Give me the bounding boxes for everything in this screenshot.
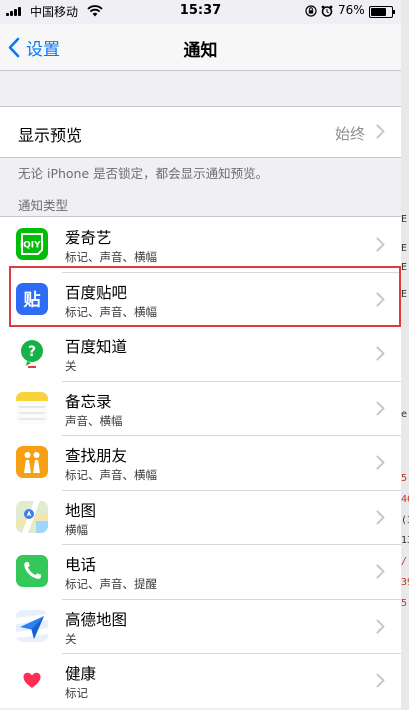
maps-icon [16,500,48,533]
battery-icon [369,6,395,18]
app-notification-summary: 标记、声音、横幅 [65,250,157,264]
edge-fragment: 39 [401,577,409,588]
page-title: 通知 [183,41,218,61]
svg-text:iQIYI: iQIYI [20,241,44,251]
show-previews-value: 始终 [334,125,365,143]
svg-text:?: ? [28,344,36,360]
app-notification-summary: 标记、声音、横幅 [65,468,157,482]
status-bar: 中国移动 15:37 76% [0,0,401,24]
app-name: 百度贴吧 [65,283,128,302]
baidu-zhidao-icon: ? [16,337,48,369]
app-notification-summary: 标记、声音、横幅 [65,304,157,319]
iqiyi-icon: iQIYI [16,228,48,260]
edge-fragment: 5 [401,598,408,609]
chevron-right-icon [376,564,385,579]
edge-fragment: E [401,243,408,254]
rotation-lock-icon [305,5,317,17]
chevron-right-icon [376,237,385,252]
app-row-phone[interactable]: 电话 标记、声音、提醒 [0,544,401,599]
chevron-right-icon [376,401,385,415]
app-row-health[interactable]: 健康 标记 [0,653,401,708]
app-notification-summary: 标记、声音、提醒 [65,577,157,591]
chevron-right-icon [376,346,385,361]
app-row-notes[interactable]: 备忘录 声音、横幅 [0,380,401,435]
app-name: 爱奇艺 [65,229,112,247]
edge-fragment: (3 [401,515,409,526]
battery-percentage: 76% [338,3,365,17]
edge-fragment: / [401,556,408,567]
amap-icon [16,609,48,642]
edge-fragment: 5( [401,473,409,484]
edge-fragment: E [401,262,408,273]
app-name: 电话 [65,556,97,574]
app-notification-summary: 标记 [65,686,88,700]
app-notification-summary: 关 [65,631,77,646]
app-notification-summary: 关 [65,359,77,373]
preview-footnote: 无论 iPhone 是否锁定，都会显示通知预览。 [18,166,269,181]
navigation-bar: 设置 通知 [0,24,401,71]
app-name: 地图 [65,501,97,520]
app-name: 备忘录 [65,392,112,411]
app-row-find-friends[interactable]: 查找朋友 标记、声音、横幅 [0,435,401,490]
edge-fragment: E [401,289,408,300]
screen: 中国移动 15:37 76% 设置 通知 显示预览 始终 无论 iPhone 是… [0,0,401,710]
chevron-right-icon [376,619,385,633]
app-name: 健康 [65,665,97,683]
notes-icon [16,391,48,424]
edge-fragment: e [401,409,408,420]
app-row-maps[interactable]: 地图 横幅 [0,489,401,544]
chevron-right-icon [376,673,385,688]
find-friends-icon [16,446,48,478]
chevron-right-icon [376,455,385,470]
app-name: 高德地图 [65,610,128,629]
chevron-right-icon [376,292,385,306]
chevron-right-icon [376,510,385,524]
app-row-baidu-zhidao[interactable]: ? 百度知道 关 [0,326,401,381]
app-notification-summary: 声音、横幅 [65,413,123,428]
phone-icon [16,555,48,587]
app-name: 百度知道 [65,338,128,356]
baidu-tieba-icon: 贴 [16,282,48,315]
edge-fragment: E [401,214,408,225]
edge-fragment: 46 [401,494,409,505]
chevron-right-icon [376,124,385,139]
alarm-icon [321,5,333,17]
show-previews-label: 显示预览 [18,126,83,145]
svg-text:贴: 贴 [24,289,41,310]
app-notification-summary: 横幅 [65,522,88,537]
health-icon [16,664,48,696]
app-row-baidu-tieba[interactable]: 贴 百度贴吧 标记、声音、横幅 [0,271,401,326]
app-name: 查找朋友 [65,447,128,465]
app-notification-list: iQIYI 爱奇艺 标记、声音、横幅 贴 百度贴吧 标记、声音、横幅 ? 百度知… [0,216,401,708]
show-previews-cell[interactable]: 显示预览 始终 [0,106,401,158]
app-row-iqiyi[interactable]: iQIYI 爱奇艺 标记、声音、横幅 [0,217,401,272]
app-row-amap[interactable]: 高德地图 关 [0,598,401,653]
section-header-notification-style: 通知类型 [18,198,69,213]
edge-fragment: 13 [401,535,409,546]
